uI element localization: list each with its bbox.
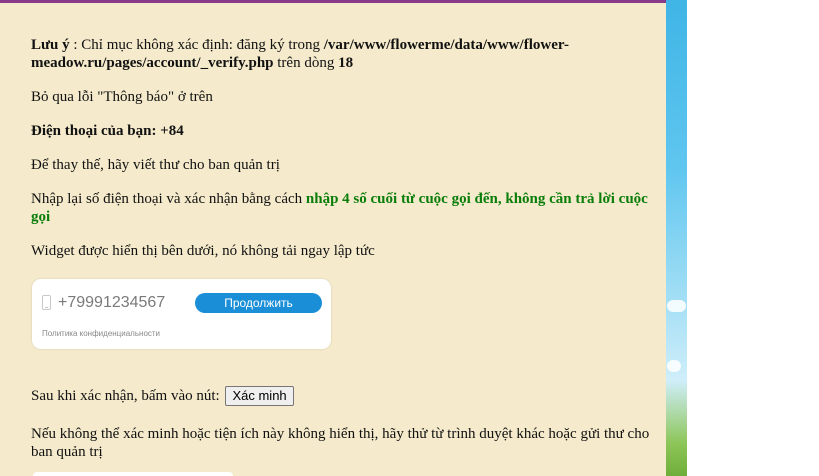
bottom-box xyxy=(33,472,233,476)
widget-hint: Widget được hiển thị bên dưới, nó không … xyxy=(31,243,375,259)
verify-button[interactable]: Xác minh xyxy=(225,386,294,406)
call-verify-widget: +79991234567 Продолжить Политика конфиде… xyxy=(32,279,331,349)
smartphone-icon xyxy=(42,295,51,310)
notice-line-text: trên dòng xyxy=(273,55,339,71)
instruction: Nhập lại số điện thoại và xác nhận bằng … xyxy=(31,190,661,226)
phone-label-text: Điện thoại của bạn: +84 xyxy=(31,123,184,139)
privacy-policy-link[interactable]: Политика конфиденциальности xyxy=(42,329,160,338)
fallback-note: Nếu không thể xác minh hoặc tiện ích này… xyxy=(31,426,650,460)
cloud-decoration xyxy=(667,300,686,312)
alternative-text: Để thay thế, hãy viết thư cho ban quản t… xyxy=(31,157,280,173)
notice-label: Lưu ý xyxy=(31,37,70,53)
cloud-decoration xyxy=(667,360,681,372)
phone-number-input[interactable]: +79991234567 xyxy=(58,294,165,312)
skip-notice: Bỏ qua lỗi "Thông báo" ở trên xyxy=(31,89,213,105)
notice-text: : Chỉ mục không xác định: đăng ký trong xyxy=(69,37,324,53)
instruction-text: Nhập lại số điện thoại và xác nhận bằng … xyxy=(31,191,306,207)
verify-row: Sau khi xác nhận, bấm vào nút: Xác minh xyxy=(31,386,294,406)
phone-label: Điện thoại của bạn: +84 xyxy=(31,122,661,140)
php-notice: Lưu ý : Chỉ mục không xác định: đăng ký … xyxy=(31,36,661,72)
continue-button[interactable]: Продолжить xyxy=(195,293,322,313)
verify-prompt: Sau khi xác nhận, bấm vào nút: xyxy=(31,388,220,404)
verification-content: Lưu ý : Chỉ mục không xác định: đăng ký … xyxy=(31,36,661,276)
notice-line-number: 18 xyxy=(338,55,354,71)
side-background-image xyxy=(666,0,687,476)
